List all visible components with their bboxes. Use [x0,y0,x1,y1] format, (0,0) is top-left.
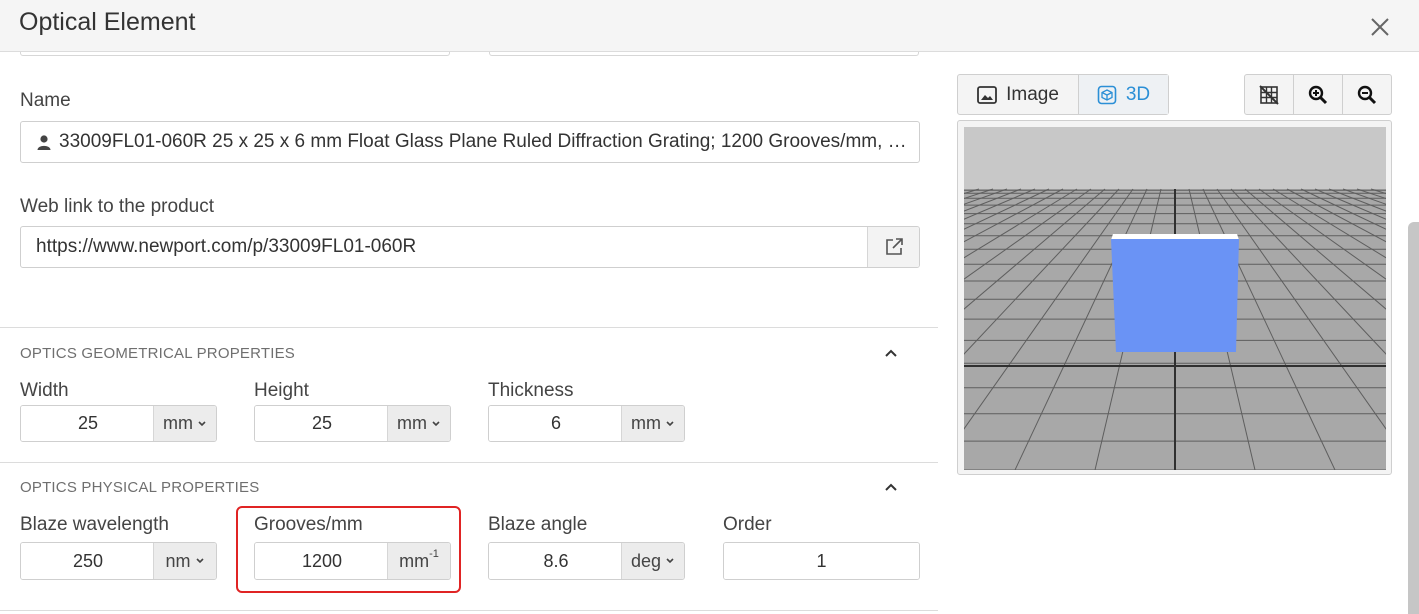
web-link-field[interactable]: https://www.newport.com/p/33009FL01-060R [20,226,920,268]
zoom-in-icon [1308,85,1328,104]
blaze-wavelength-field: 250 nm [20,542,217,580]
section-divider [0,610,938,611]
blaze-wavelength-label: Blaze wavelength [20,514,169,535]
zoom-out-button[interactable] [1343,75,1391,114]
viewer-toolbar [1244,74,1392,115]
thickness-unit-select[interactable]: mm [621,406,684,441]
open-link-button[interactable] [867,227,919,267]
3d-viewer [957,120,1392,475]
user-icon [37,135,51,150]
width-unit-select[interactable]: mm [153,406,216,441]
page-scrollbar[interactable] [1408,222,1419,614]
grid-toggle-button[interactable] [1245,75,1294,114]
chevron-down-icon [666,558,674,564]
width-label: Width [20,380,69,401]
section-divider [0,462,938,463]
blaze-wavelength-input[interactable]: 250 [21,543,155,579]
chevron-down-icon [195,558,204,564]
height-input[interactable]: 25 [255,406,389,441]
height-label: Height [254,380,309,401]
thickness-input[interactable]: 6 [489,406,623,441]
chevron-down-icon [432,420,440,426]
geometry-section-title: OPTICS GEOMETRICAL PROPERTIES [20,345,296,362]
web-link-label: Web link to the product [20,196,214,217]
order-label: Order [723,514,772,535]
blaze-wavelength-unit-select[interactable]: nm [153,543,216,579]
geometry-collapse-button[interactable] [880,343,902,363]
dialog-title: Optical Element [19,8,196,36]
preview-mode-tabs: Image 3D [957,74,1169,115]
physical-collapse-button[interactable] [880,477,902,497]
height-unit-select[interactable]: mm [387,406,450,441]
previous-field-bottom [20,52,450,56]
blaze-angle-unit-select[interactable]: deg [621,543,684,579]
width-input[interactable]: 25 [21,406,155,441]
blaze-angle-unit-label: deg [630,550,662,571]
physical-section-title: OPTICS PHYSICAL PROPERTIES [20,479,260,496]
close-icon [1371,18,1389,36]
external-link-icon [885,238,903,255]
zoom-in-button[interactable] [1294,75,1343,114]
3d-viewport[interactable] [964,127,1386,470]
blaze-wavelength-unit-label: nm [165,550,191,571]
previous-field-bottom [489,52,919,56]
thickness-unit-label: mm [631,413,661,433]
viewport-sky [964,127,1386,189]
name-field[interactable]: 33009FL01-060R 25 x 25 x 6 mm Float Glas… [20,121,920,163]
cube-icon [1097,85,1117,104]
name-value: 33009FL01-060R 25 x 25 x 6 mm Float Glas… [59,131,907,152]
order-input[interactable]: 1 [724,543,919,579]
web-link-value: https://www.newport.com/p/33009FL01-060R [36,236,417,257]
thickness-field: 6 mm [488,405,685,442]
dialog-header: Optical Element [0,0,1419,52]
chevron-down-icon [666,420,674,426]
tab-3d-label: 3D [1125,83,1151,105]
chevron-up-icon [885,483,897,491]
zoom-out-icon [1357,85,1377,104]
tab-3d[interactable]: 3D [1079,75,1168,114]
order-field: 1 [723,542,920,580]
height-field: 25 mm [254,405,451,442]
image-icon [977,85,997,104]
close-button[interactable] [1363,10,1397,44]
optical-element-model [1111,239,1239,352]
name-label: Name [20,90,71,111]
width-field: 25 mm [20,405,217,442]
chevron-down-icon [198,420,206,426]
blaze-angle-label: Blaze angle [488,514,588,535]
chevron-up-icon [885,349,897,357]
section-divider [0,327,938,328]
blaze-angle-input[interactable]: 8.6 [489,543,623,579]
thickness-label: Thickness [488,380,574,401]
width-unit-label: mm [163,413,193,433]
tab-image-label: Image [1006,83,1059,105]
grooves-highlight-box [236,506,461,593]
grid-toggle-icon [1259,84,1279,105]
height-unit-label: mm [397,413,427,433]
blaze-angle-field: 8.6 deg [488,542,685,580]
tab-image[interactable]: Image [958,75,1079,114]
